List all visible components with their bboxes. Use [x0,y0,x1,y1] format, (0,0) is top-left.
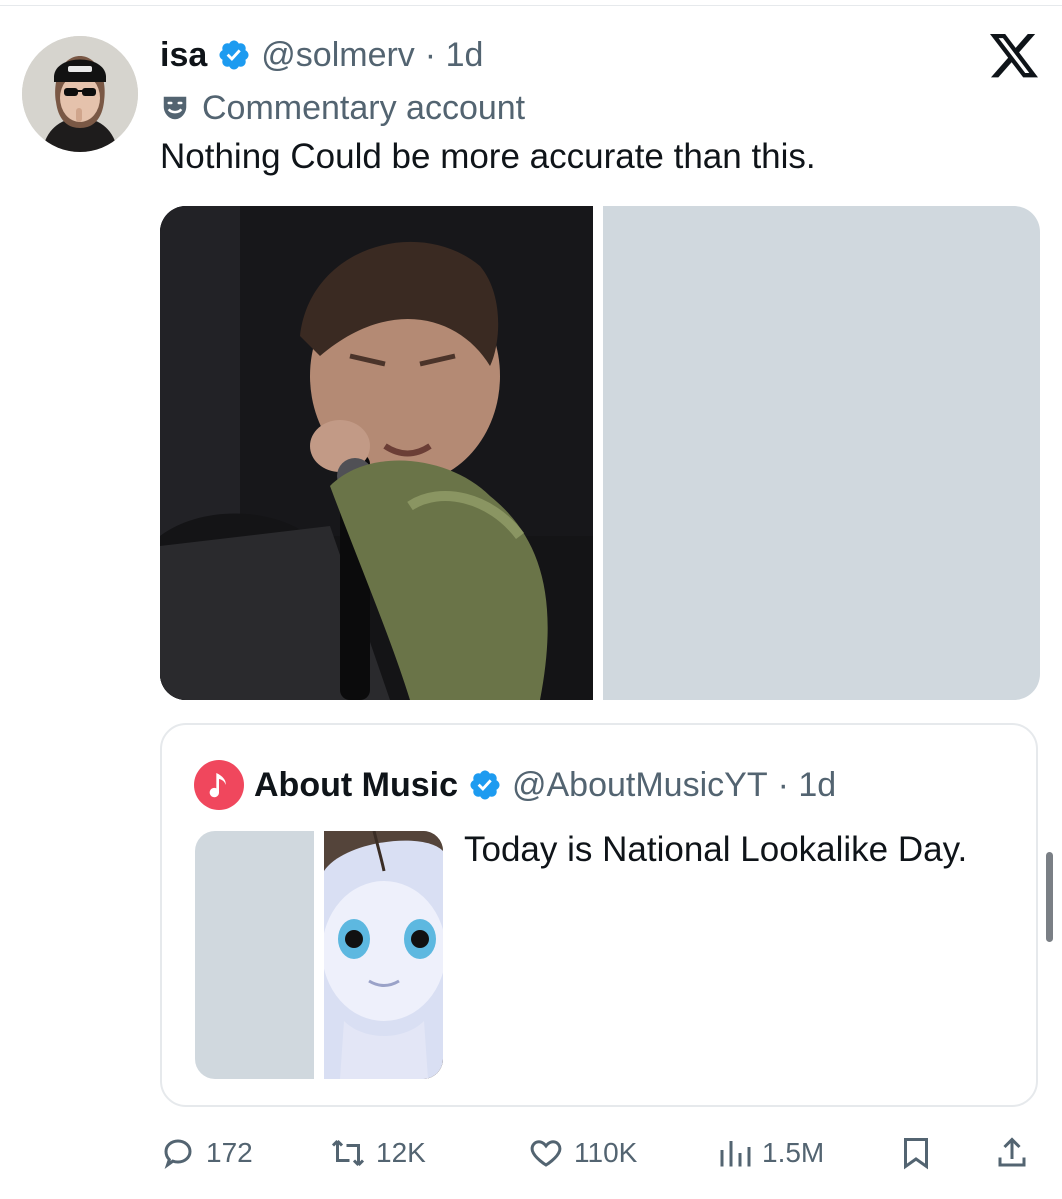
music-note-icon [209,773,226,798]
repost-icon [331,1139,365,1167]
tweet-timestamp[interactable]: · 1d [425,36,484,75]
tweet-header: isa @solmerv · 1d [160,30,483,80]
author-handle[interactable]: @solmerv [261,36,415,75]
share-icon [998,1137,1026,1167]
verified-badge-icon [470,770,500,800]
quoted-media-photo-creature[interactable] [324,831,443,1079]
theater-mask-icon [163,96,187,120]
quoted-author-name[interactable]: About Music [254,766,458,805]
tweet-actions: 172 12K 110K 1.5M [160,1128,1040,1178]
account-label: Commentary account [160,86,525,130]
quoted-media[interactable] [195,831,443,1079]
quoted-tweet[interactable]: About Music @AboutMusicYT · 1d Today is … [160,723,1038,1107]
verified-badge-icon [219,40,249,70]
like-count: 110K [574,1137,638,1168]
share-button[interactable] [994,1128,1030,1178]
media-photo-performer[interactable] [160,206,593,700]
views-button[interactable]: 1.5M [716,1128,824,1178]
scrollbar-thumb[interactable] [1046,852,1053,942]
media-placeholder[interactable] [603,206,1040,700]
author-name[interactable]: isa [160,36,207,75]
reply-button[interactable]: 172 [160,1128,253,1178]
quoted-author-handle[interactable]: @AboutMusicYT [512,766,768,805]
bookmark-button[interactable] [898,1128,934,1178]
quoted-tweet-text: Today is National Lookalike Day. [464,830,968,869]
tweet-media[interactable] [160,206,1040,700]
quoted-author-avatar[interactable] [194,760,244,810]
x-logo-icon[interactable] [990,34,1038,78]
like-button[interactable]: 110K [528,1128,637,1178]
views-icon [720,1141,751,1167]
views-count: 1.5M [762,1137,825,1168]
account-label-text: Commentary account [202,88,526,127]
heart-icon [530,1140,562,1167]
quoted-timestamp[interactable]: · 1d [778,766,837,805]
reply-count: 172 [206,1137,253,1168]
top-divider [0,5,1062,6]
repost-button[interactable]: 12K [330,1128,426,1178]
author-avatar[interactable] [22,36,138,152]
quoted-tweet-header: About Music @AboutMusicYT · 1d [194,760,837,810]
reply-icon [164,1139,192,1169]
bookmark-icon [904,1138,928,1170]
repost-count: 12K [376,1137,426,1168]
quoted-media-placeholder[interactable] [195,831,314,1079]
tweet-text: Nothing Could be more accurate than this… [160,137,816,176]
